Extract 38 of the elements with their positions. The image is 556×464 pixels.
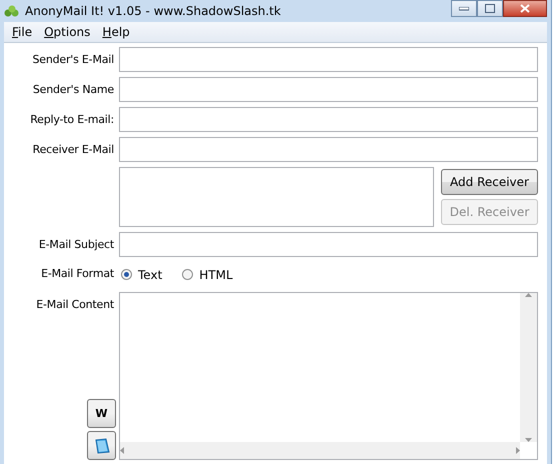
menu-item[interactable]: File — [8, 25, 36, 39]
maximize-button[interactable] — [477, 0, 503, 17]
down-arrow-icon — [525, 438, 532, 442]
close-icon — [520, 4, 530, 13]
right-arrow-icon — [516, 447, 520, 454]
receiver-list[interactable] — [119, 167, 434, 227]
radio-button[interactable] — [121, 269, 132, 280]
receiver-button[interactable]: Add Receiver — [441, 169, 538, 195]
horizontal-scrollbar[interactable] — [120, 442, 520, 459]
field-label: E-Mail Subject — [38, 237, 114, 253]
radio-label[interactable]: HTML — [199, 268, 233, 282]
field-label: Sender's E-Mail — [31, 52, 114, 68]
input-field[interactable] — [119, 47, 538, 72]
minimize-button[interactable] — [451, 0, 477, 17]
left-arrow-icon — [120, 447, 124, 454]
app-icon — [4, 4, 20, 16]
radio-button[interactable] — [182, 269, 194, 280]
menu-item[interactable]: Help — [98, 25, 134, 39]
field-label: Reply-to E-mail: — [29, 112, 114, 128]
field-label: E-Mail Content — [36, 297, 114, 311]
word-button[interactable]: W — [87, 399, 116, 428]
maximize-icon — [485, 4, 495, 13]
input-field[interactable] — [119, 137, 538, 162]
notepad-button[interactable] — [87, 431, 116, 460]
up-arrow-icon — [525, 293, 532, 297]
field-label: E-Mail Format — [40, 266, 114, 282]
input-field[interactable] — [119, 107, 538, 132]
menu-item[interactable]: Options — [40, 25, 94, 39]
input-field[interactable] — [119, 77, 538, 102]
window-title: AnonyMail It! v1.05 - www.ShadowSlash.tk — [25, 4, 281, 18]
field-label: Sender's Name — [32, 82, 114, 98]
minimize-icon — [459, 6, 469, 10]
field-label: Receiver E-Mail — [32, 142, 114, 158]
input-field[interactable] — [119, 232, 538, 257]
notepad-icon — [92, 436, 110, 454]
close-button[interactable] — [503, 0, 547, 17]
vertical-scrollbar[interactable] — [520, 293, 537, 442]
radio-label[interactable]: Text — [138, 268, 162, 282]
